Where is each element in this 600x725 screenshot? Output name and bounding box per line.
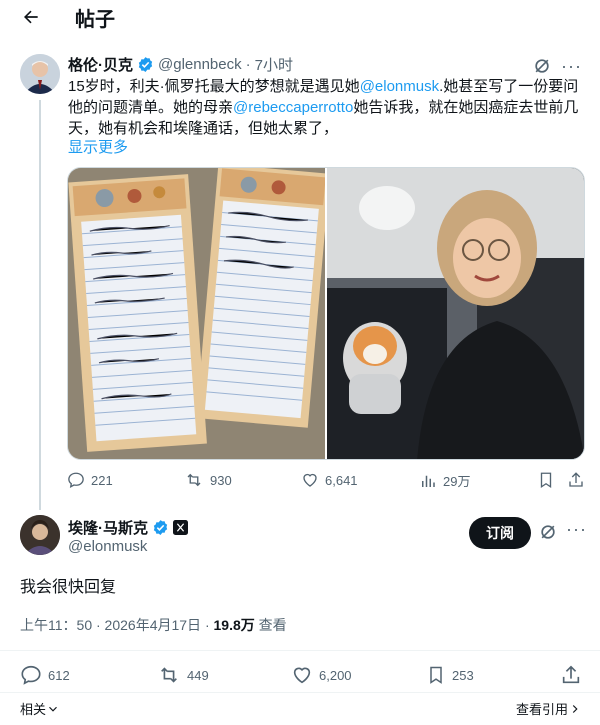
avatar[interactable] [20, 515, 60, 555]
like-count: 6,200 [319, 667, 352, 683]
views-button[interactable]: 29万 [419, 471, 470, 490]
subscribe-button[interactable]: 订阅 [469, 517, 531, 549]
related-dropdown[interactable]: 相关 [20, 699, 60, 718]
letter-photo[interactable] [68, 168, 325, 459]
top-bar: 帖子 [0, 0, 600, 36]
verified-badge-icon [152, 519, 169, 536]
more-options-icon[interactable]: ··· [561, 56, 582, 77]
thread-line [39, 100, 41, 510]
reply-post-header: 埃隆·马斯克 [68, 517, 188, 538]
views-icon [422, 475, 435, 487]
reply-post-actions: 612 449 6,200 253 [20, 664, 590, 688]
girl-photo[interactable] [327, 168, 584, 459]
mention-link[interactable]: @rebeccaperrotto [233, 99, 353, 116]
mention-link[interactable]: @elonmusk [360, 78, 439, 95]
quoted-post-actions: 221 930 6,641 29万 [67, 471, 587, 495]
quoted-post-text: 15岁时，利夫·佩罗托最大的梦想就是遇见她@elonmusk.她甚至写了一份要问… [68, 76, 588, 139]
view-count: 29万 [443, 474, 471, 489]
heart-icon [303, 473, 317, 487]
author-handle[interactable]: @glennbeck [158, 56, 242, 73]
avatar[interactable] [20, 54, 60, 94]
text-part: 15岁时，利夫·佩罗托最大的梦想就是遇见她 [68, 78, 360, 95]
post-meta: 上午11：50 · 2026年4月17日 · 19.8万 查看 [20, 615, 287, 635]
repost-button[interactable]: 930 [184, 471, 232, 489]
more-options-icon[interactable]: ··· [566, 519, 587, 540]
post-timestamp[interactable]: 上午11：50 · 2026年4月17日 · [20, 617, 214, 633]
author-name[interactable]: 埃隆·马斯克 [68, 517, 148, 538]
like-count: 6,641 [325, 472, 358, 488]
author-handle[interactable]: @elonmusk [68, 538, 147, 555]
reply-count: 221 [91, 472, 113, 488]
divider [0, 650, 600, 651]
reply-button[interactable]: 612 [20, 664, 70, 686]
related-label: 相关 [20, 702, 47, 717]
repost-button[interactable]: 449 [157, 664, 209, 686]
reply-icon [68, 472, 84, 488]
heart-icon [293, 667, 311, 684]
view-quotes-link[interactable]: 查看引用 [516, 699, 582, 718]
bookmark-count: 253 [452, 667, 474, 683]
x-badge-icon [173, 520, 188, 535]
arrow-left-icon[interactable] [18, 4, 44, 30]
post-time[interactable]: 7小时 [255, 54, 293, 75]
repost-icon [187, 473, 201, 487]
like-button[interactable]: 6,641 [301, 471, 358, 489]
separator: · [245, 56, 251, 73]
grok-icon[interactable] [532, 56, 552, 76]
reply-post-text: 我会很快回复 [20, 579, 117, 596]
repost-count: 449 [187, 667, 209, 683]
chevron-right-icon [568, 702, 582, 716]
chevron-down-icon [46, 702, 60, 716]
verified-badge-icon [137, 56, 154, 73]
like-button[interactable]: 6,200 [291, 664, 352, 686]
share-icon[interactable] [560, 664, 588, 686]
grok-icon[interactable] [538, 522, 558, 542]
repost-icon [161, 667, 177, 683]
reply-count: 612 [48, 667, 70, 683]
bookmark-icon[interactable] [537, 471, 561, 489]
quoted-post-header: 格伦·贝克 @glennbeck · 7小时 [68, 54, 293, 75]
media-grid[interactable] [67, 167, 585, 460]
reply-button[interactable]: 221 [67, 471, 113, 489]
reply-icon [21, 665, 41, 685]
divider [0, 692, 600, 693]
views-label: 查看 [254, 617, 287, 633]
share-icon[interactable] [567, 471, 591, 489]
repost-count: 930 [210, 472, 232, 488]
show-more-link[interactable]: 显示更多 [68, 136, 128, 157]
views-count: 19.8万 [213, 617, 255, 633]
view-quotes-label: 查看引用 [515, 702, 568, 717]
page-title: 帖子 [75, 9, 115, 31]
bookmark-button[interactable]: 253 [426, 664, 474, 686]
author-name[interactable]: 格伦·贝克 [68, 54, 133, 75]
bookmark-icon [430, 666, 442, 684]
